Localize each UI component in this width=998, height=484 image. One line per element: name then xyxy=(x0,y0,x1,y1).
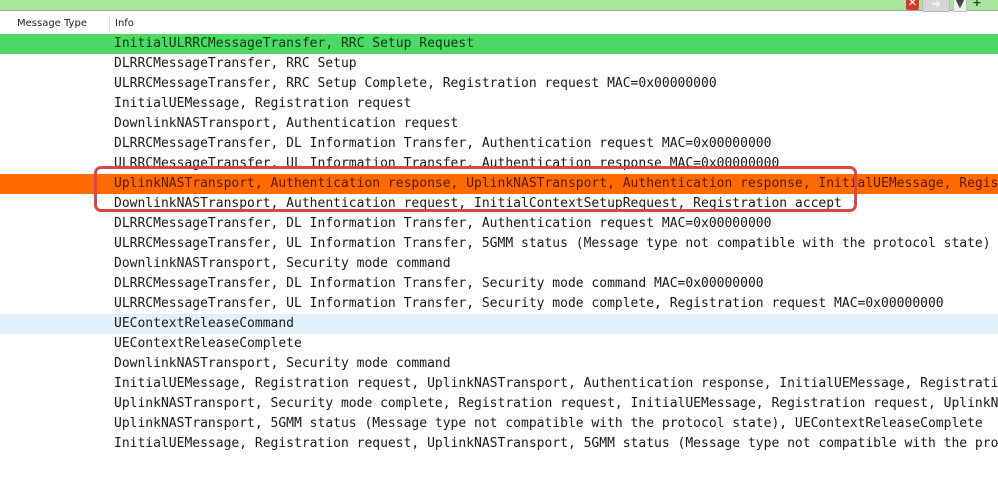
info-cell: UplinkNASTransport, 5GMM status (Message… xyxy=(114,416,983,431)
table-row[interactable]: DownlinkNASTransport, Authentication req… xyxy=(0,114,998,134)
message-type-cell xyxy=(0,74,110,94)
message-type-cell xyxy=(0,34,110,54)
table-row[interactable]: UplinkNASTransport, Authentication respo… xyxy=(0,174,998,194)
message-type-cell xyxy=(0,374,110,394)
table-row[interactable]: DLRRCMessageTransfer, DL Information Tra… xyxy=(0,274,998,294)
info-cell: DownlinkNASTransport, Security mode comm… xyxy=(114,356,451,371)
info-cell: DLRRCMessageTransfer, RRC Setup xyxy=(114,56,357,71)
table-row[interactable]: UplinkNASTransport, 5GMM status (Message… xyxy=(0,414,998,434)
display-filter-bar[interactable]: ✕ ➔ ▼ + xyxy=(0,0,998,12)
table-row[interactable]: ULRRCMessageTransfer, UL Information Tra… xyxy=(0,294,998,314)
info-cell: UplinkNASTransport, Authentication respo… xyxy=(114,176,998,191)
table-row[interactable]: ULRRCMessageTransfer, UL Information Tra… xyxy=(0,154,998,174)
message-type-cell xyxy=(0,294,110,314)
message-type-cell xyxy=(0,134,110,154)
info-cell: DLRRCMessageTransfer, DL Information Tra… xyxy=(114,276,764,291)
chevron-down-icon[interactable]: ▼ xyxy=(953,0,967,12)
info-cell: UEContextReleaseCommand xyxy=(114,316,295,331)
table-row[interactable]: DLRRCMessageTransfer, DL Information Tra… xyxy=(0,214,998,234)
message-type-cell xyxy=(0,314,110,334)
table-row[interactable]: DLRRCMessageTransfer, RRC Setup xyxy=(0,54,998,74)
table-row[interactable]: UEContextReleaseComplete xyxy=(0,334,998,354)
table-row[interactable]: DownlinkNASTransport, Security mode comm… xyxy=(0,254,998,274)
info-cell: DownlinkNASTransport, Authentication req… xyxy=(114,116,459,131)
clear-filter-icon[interactable]: ✕ xyxy=(906,0,919,10)
column-divider[interactable] xyxy=(109,16,110,32)
message-type-cell xyxy=(0,234,110,254)
table-row[interactable]: InitialUEMessage, Registration request, … xyxy=(0,434,998,454)
message-type-cell xyxy=(0,334,110,354)
message-type-cell xyxy=(0,194,110,214)
table-row[interactable]: DLRRCMessageTransfer, DL Information Tra… xyxy=(0,134,998,154)
table-row[interactable]: InitialULRRCMessageTransfer, RRC Setup R… xyxy=(0,34,998,54)
column-header-info[interactable]: Info xyxy=(115,14,134,34)
message-type-cell xyxy=(0,354,110,374)
message-type-cell xyxy=(0,254,110,274)
info-cell: DLRRCMessageTransfer, DL Information Tra… xyxy=(114,216,772,231)
table-row[interactable]: ULRRCMessageTransfer, RRC Setup Complete… xyxy=(0,74,998,94)
info-cell: DownlinkNASTransport, Authentication req… xyxy=(114,196,842,211)
table-row[interactable]: DownlinkNASTransport, Authentication req… xyxy=(0,194,998,214)
info-cell: ULRRCMessageTransfer, UL Information Tra… xyxy=(114,296,944,311)
table-row[interactable]: UplinkNASTransport, Security mode comple… xyxy=(0,394,998,414)
info-cell: DownlinkNASTransport, Security mode comm… xyxy=(114,256,451,271)
info-cell: ULRRCMessageTransfer, RRC Setup Complete… xyxy=(114,76,717,91)
column-header-message-type[interactable]: Message Type xyxy=(17,14,87,34)
message-type-cell xyxy=(0,274,110,294)
info-cell: UplinkNASTransport, Security mode comple… xyxy=(114,396,998,411)
packet-list: InitialULRRCMessageTransfer, RRC Setup R… xyxy=(0,34,998,454)
add-filter-button[interactable]: + xyxy=(970,0,984,10)
info-cell: InitialULRRCMessageTransfer, RRC Setup R… xyxy=(114,36,475,51)
message-type-cell xyxy=(0,394,110,414)
message-type-cell xyxy=(0,214,110,234)
message-type-cell xyxy=(0,114,110,134)
message-type-cell xyxy=(0,54,110,74)
info-cell: InitialUEMessage, Registration request, … xyxy=(114,436,998,451)
table-row[interactable]: UEContextReleaseCommand xyxy=(0,314,998,334)
packet-list-header: Message Type Info xyxy=(0,14,998,35)
message-type-cell xyxy=(0,154,110,174)
info-cell: UEContextReleaseComplete xyxy=(114,336,302,351)
message-type-cell xyxy=(0,94,110,114)
message-type-cell xyxy=(0,174,110,194)
message-type-cell xyxy=(0,434,110,454)
table-row[interactable]: InitialUEMessage, Registration request xyxy=(0,94,998,114)
info-cell: ULRRCMessageTransfer, UL Information Tra… xyxy=(114,236,991,251)
apply-filter-icon[interactable]: ➔ xyxy=(922,0,950,12)
info-cell: DLRRCMessageTransfer, DL Information Tra… xyxy=(114,136,772,151)
table-row[interactable]: DownlinkNASTransport, Security mode comm… xyxy=(0,354,998,374)
info-cell: ULRRCMessageTransfer, UL Information Tra… xyxy=(114,156,780,171)
table-row[interactable]: ULRRCMessageTransfer, UL Information Tra… xyxy=(0,234,998,254)
message-type-cell xyxy=(0,414,110,434)
table-row[interactable]: InitialUEMessage, Registration request, … xyxy=(0,374,998,394)
info-cell: InitialUEMessage, Registration request, … xyxy=(114,376,998,391)
info-cell: InitialUEMessage, Registration request xyxy=(114,96,412,111)
